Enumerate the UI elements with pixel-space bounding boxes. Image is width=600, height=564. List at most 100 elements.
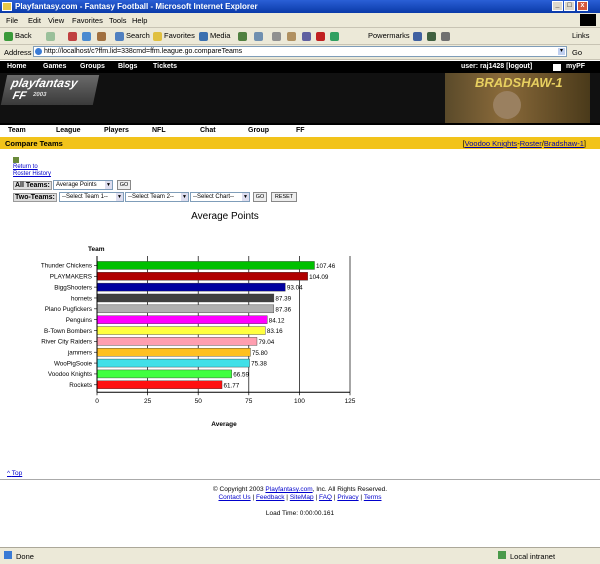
dropdown-arrow-icon: ▼: [116, 193, 123, 201]
select-team-2[interactable]: --Select Team 2-- ▼: [125, 192, 189, 202]
page-icon: [35, 48, 42, 55]
forward-button[interactable]: [46, 31, 57, 41]
category-label: PLAYMAKERS: [50, 274, 92, 281]
nav-tickets[interactable]: Tickets: [153, 63, 177, 70]
select-team-1[interactable]: --Select Team 1-- ▼: [59, 192, 124, 202]
maximize-button[interactable]: □: [564, 1, 575, 11]
footer-privacy-link[interactable]: Privacy: [337, 494, 358, 501]
address-dropdown-icon[interactable]: ▾: [558, 48, 565, 55]
powermarks-button[interactable]: Powermarks: [368, 31, 410, 40]
history-button[interactable]: [238, 31, 249, 41]
bar: [96, 293, 275, 303]
select-chart[interactable]: --Select Chart-- ▼: [190, 192, 250, 202]
subnav-team[interactable]: Team: [8, 127, 26, 134]
close-button[interactable]: x: [577, 1, 588, 11]
nav-groups[interactable]: Groups: [80, 63, 105, 70]
bar: [96, 315, 268, 324]
favorites-button[interactable]: Favorites: [153, 31, 195, 41]
home-button[interactable]: [97, 31, 108, 41]
all-teams-select[interactable]: Average Points ▼: [53, 180, 113, 190]
address-url: http://localhost/c?ffm.lid=338cmd=ffm.le…: [44, 48, 243, 55]
subnav-nfl[interactable]: NFL: [152, 127, 166, 134]
mail-icon: [254, 31, 263, 41]
footer-faq-link[interactable]: FAQ: [319, 494, 332, 501]
return-roster-history-link[interactable]: Return to Roster History: [13, 164, 51, 178]
footer-contact-link[interactable]: Contact Us: [218, 494, 250, 501]
bar: [96, 272, 308, 281]
refresh-button[interactable]: [82, 31, 93, 41]
playfantasy-logo[interactable]: playfantasy FF 2003: [0, 75, 100, 105]
copyright: © Copyright 2003 Playfantasy.com, Inc. A…: [212, 486, 388, 493]
menu-tools[interactable]: Tools: [109, 16, 127, 25]
nav-games[interactable]: Games: [43, 63, 66, 70]
stop-button[interactable]: [68, 31, 79, 41]
media-button[interactable]: Media: [199, 31, 230, 41]
links-button[interactable]: Links: [572, 31, 590, 40]
mypf-link[interactable]: myPF: [566, 63, 585, 70]
y-axis-label: Team: [88, 246, 105, 253]
chart-title: Average Points: [191, 211, 259, 222]
back-button[interactable]: Back: [4, 31, 32, 41]
intranet-zone-icon: [498, 551, 506, 559]
discuss-button[interactable]: [302, 31, 313, 41]
footer-divider: [0, 479, 600, 480]
menu-file[interactable]: File: [6, 16, 18, 25]
subnav-group[interactable]: Group: [248, 127, 269, 134]
search-icon: [115, 31, 124, 41]
footer-links: Contact Us | Feedback | SiteMap | FAQ | …: [218, 494, 382, 501]
powermarks-search-button[interactable]: [441, 31, 452, 41]
user-info[interactable]: user: raj1428 [logout]: [461, 63, 532, 70]
breadcrumb-roster-link[interactable]: Roster: [520, 139, 542, 148]
banner-player-name: BRADSHAW-1: [475, 75, 563, 90]
value-label: 83.16: [267, 328, 283, 335]
subnav-chat[interactable]: Chat: [200, 127, 216, 134]
windows-logo-icon: [580, 14, 596, 26]
reset-button[interactable]: RESET: [271, 192, 297, 202]
forward-arrow-icon: [46, 31, 55, 41]
go-button[interactable]: Go: [572, 48, 582, 57]
yahoo-button[interactable]: [316, 31, 327, 41]
messenger-button[interactable]: [330, 31, 341, 41]
subnav-players[interactable]: Players: [104, 127, 129, 134]
nav-blogs[interactable]: Blogs: [118, 63, 137, 70]
address-input[interactable]: http://localhost/c?ffm.lid=338cmd=ffm.le…: [33, 46, 567, 57]
subnav-ff[interactable]: FF: [296, 127, 305, 134]
menu-edit[interactable]: Edit: [28, 16, 41, 25]
footer-feedback-link[interactable]: Feedback: [256, 494, 285, 501]
powermarks-edit-button[interactable]: [427, 31, 438, 41]
bar: [96, 369, 232, 379]
footer-sitemap-link[interactable]: SiteMap: [290, 494, 314, 501]
breadcrumb-player-link[interactable]: Bradshaw-1: [544, 139, 584, 148]
top-link[interactable]: ^ Top: [7, 470, 22, 477]
breadcrumb-team-link[interactable]: Voodoo Knights: [465, 139, 518, 148]
menu-favorites[interactable]: Favorites: [72, 16, 103, 25]
all-teams-go-button[interactable]: GO: [117, 180, 131, 190]
minimize-button[interactable]: _: [552, 1, 563, 11]
nav-home[interactable]: Home: [7, 63, 26, 70]
two-teams-go-button[interactable]: GO: [253, 192, 267, 202]
value-label: 75.80: [252, 350, 268, 357]
footer-terms-link[interactable]: Terms: [364, 494, 382, 501]
edit-button[interactable]: [287, 31, 298, 41]
category-label: BiggShooters: [54, 284, 92, 291]
search-button[interactable]: Search: [115, 31, 150, 41]
favorites-star-icon: [153, 31, 162, 41]
print-button[interactable]: [272, 31, 283, 41]
menu-help[interactable]: Help: [132, 16, 147, 25]
mail-envelope-icon[interactable]: [553, 64, 561, 71]
category-label: hornets: [71, 295, 92, 302]
page-header: Compare Teams [Voodoo Knights-Roster/Bra…: [0, 137, 600, 149]
return-icon[interactable]: [13, 157, 19, 163]
x-tick-label: 100: [294, 398, 305, 405]
window-title-bar[interactable]: Playfantasy.com - Fantasy Football - Mic…: [0, 0, 600, 13]
menu-view[interactable]: View: [48, 16, 64, 25]
load-time: Load Time: 0:00:00.161: [265, 510, 335, 517]
value-label: 87.39: [275, 296, 291, 303]
powermarks-add-button[interactable]: [413, 31, 424, 41]
mail-button[interactable]: [254, 31, 265, 41]
discuss-icon: [302, 31, 311, 41]
subnav-league[interactable]: League: [56, 127, 81, 134]
value-label: 87.36: [275, 306, 291, 313]
copyright-link[interactable]: Playfantasy.com: [265, 486, 312, 493]
window-title: Playfantasy.com - Fantasy Football - Mic…: [15, 2, 258, 11]
